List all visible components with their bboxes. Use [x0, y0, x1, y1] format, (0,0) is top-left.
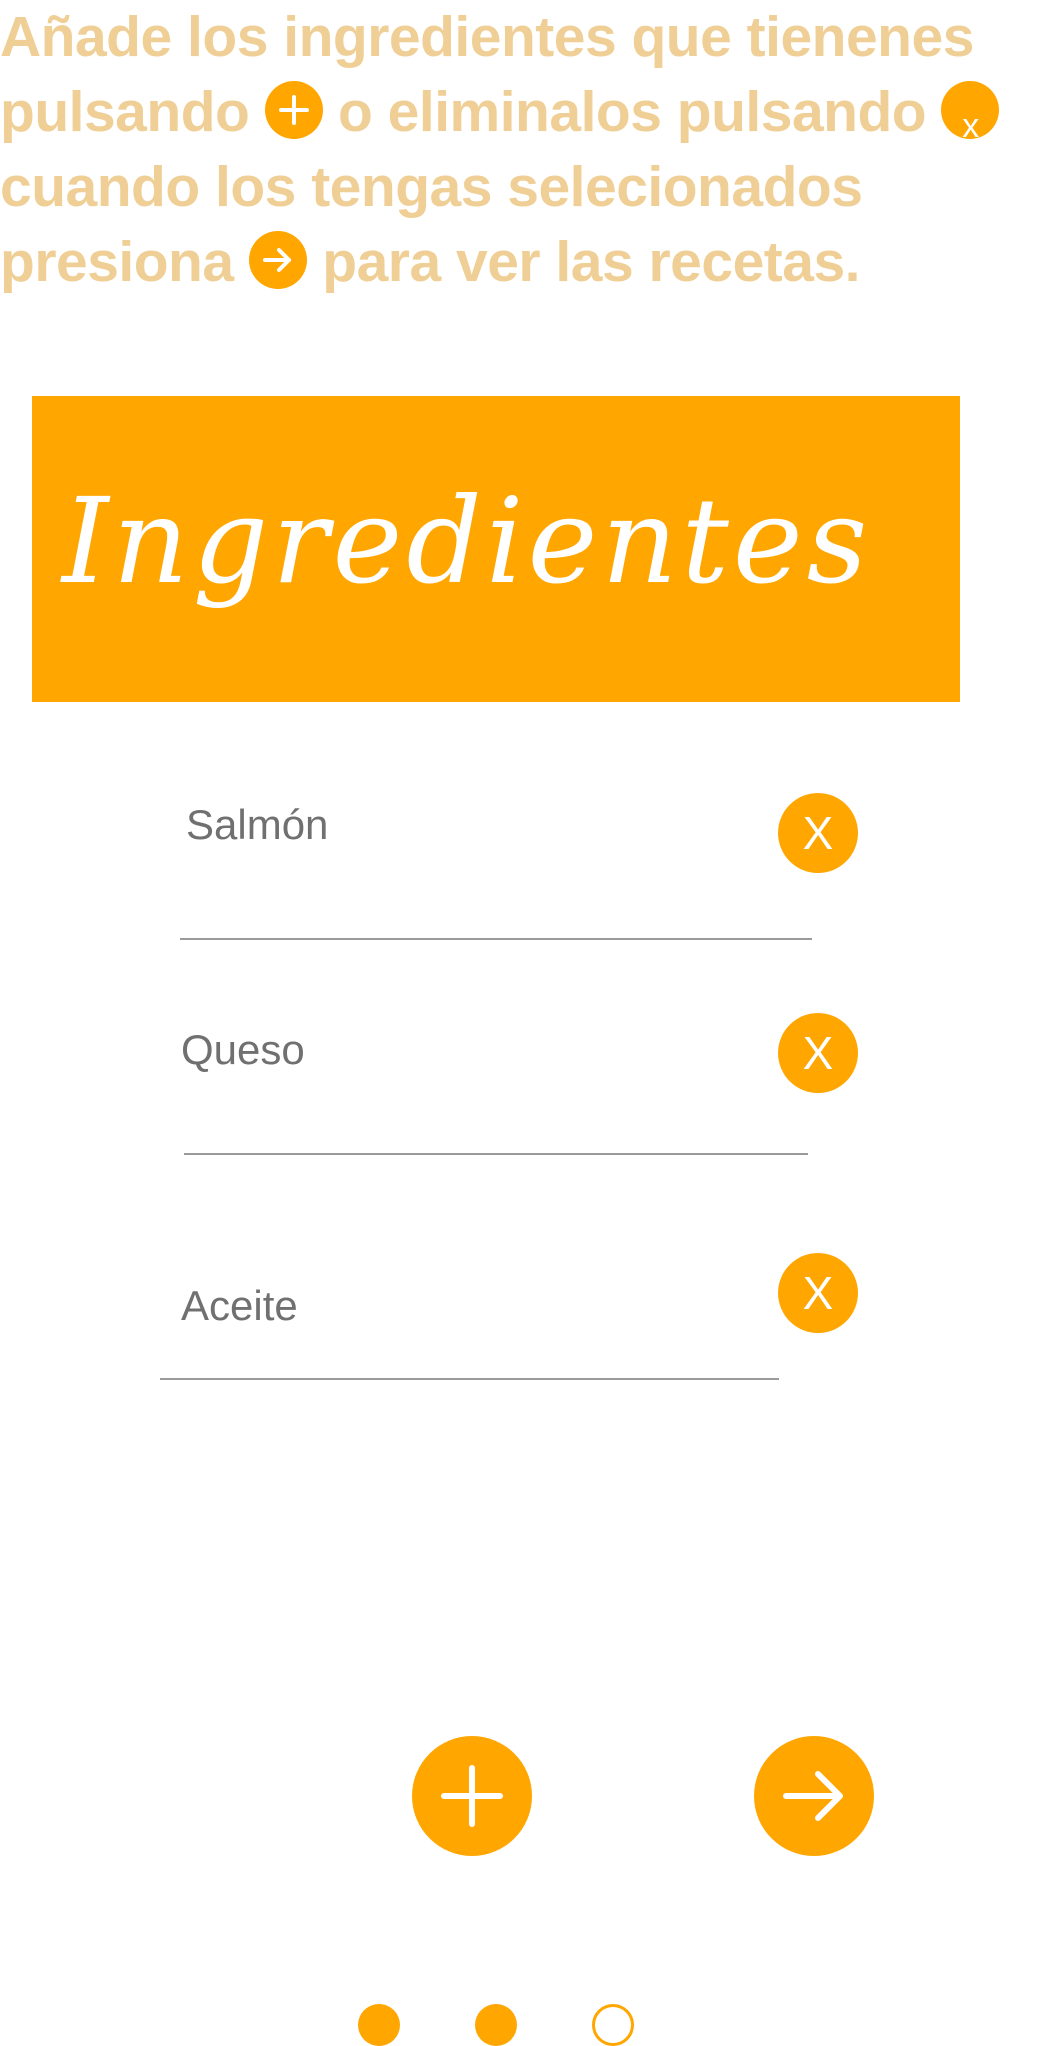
remove-ingredient-button[interactable]: X [778, 1013, 858, 1093]
ingredient-divider [160, 1378, 779, 1380]
ingredient-name: Salmón [186, 801, 329, 848]
instructions-line-4: presiona para ver las recetas. [0, 225, 1048, 300]
instructions-line-4-pre: presiona [0, 230, 234, 294]
instructions-line-3-text: cuando los tengas selecionados [0, 155, 863, 219]
plus-icon [264, 80, 323, 139]
view-recipes-button[interactable] [754, 1736, 874, 1856]
instructions-line-2-mid: o eliminalos pulsando [338, 80, 927, 144]
ingredient-name: Aceite [181, 1282, 298, 1329]
instructions-line-1-text: Añade los ingredientes que tienenes [0, 5, 974, 69]
instructions-line-2: pulsando o eliminalos pulsando x [0, 75, 1048, 150]
banner-title: Ingredientes [62, 472, 872, 610]
page-indicator-dot[interactable] [358, 2004, 400, 2046]
ingredient-name: Queso [181, 1026, 305, 1073]
close-icon-glyph: x [962, 106, 979, 145]
ingredient-divider [184, 1153, 808, 1155]
close-icon: x [941, 80, 1000, 145]
ingredients-banner: Ingredientes [32, 396, 960, 702]
ingredient-divider [180, 938, 812, 940]
arrow-right-icon [248, 230, 307, 289]
arrow-right-icon [783, 1771, 843, 1821]
instructions-line-2-pre: pulsando [0, 80, 250, 144]
remove-ingredient-button[interactable]: X [778, 793, 858, 873]
plus-icon [441, 1765, 503, 1827]
remove-ingredient-button[interactable]: X [778, 1253, 858, 1333]
add-ingredient-button[interactable] [412, 1736, 532, 1856]
instructions-text: Añade los ingredientes que tienenes puls… [0, 0, 1048, 300]
instructions-line-1: Añade los ingredientes que tienenes [0, 0, 1048, 75]
instructions-line-3: cuando los tengas selecionados [0, 150, 1048, 225]
instructions-line-4-post: para ver las recetas. [322, 230, 861, 294]
page-indicator-dot[interactable] [475, 2004, 517, 2046]
page-indicator-dot-current[interactable] [592, 2004, 634, 2046]
